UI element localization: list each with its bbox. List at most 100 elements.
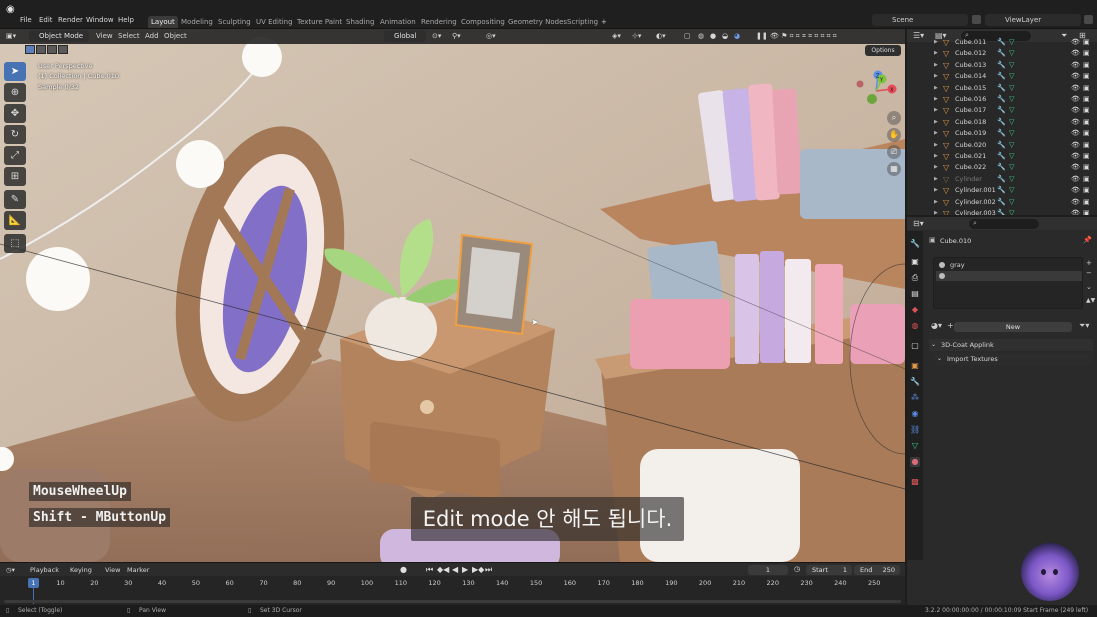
modifier-icon[interactable]: 🔧 <box>997 37 1006 48</box>
select-box-tool-icon[interactable]: ➤ <box>4 62 26 81</box>
timeline-scrollbar[interactable] <box>4 600 901 603</box>
restrict-toggles-icon[interactable]: 👁 ⚑ ⌗ ⌗ ⌗ ⌗ ⌗ ⌗ ⌗ ⌗ <box>770 32 837 41</box>
viewport-menu-object[interactable]: Object <box>164 32 187 41</box>
expand-arrow-icon[interactable]: ▶ <box>934 140 938 151</box>
remove-slot-icon[interactable]: − <box>1086 269 1092 277</box>
camera-icon[interactable]: ▣ <box>1083 117 1090 128</box>
add-cube-tool-icon[interactable]: ⬚ <box>4 234 26 253</box>
end-frame-input[interactable]: End 250 <box>854 565 900 575</box>
preview-range-icon[interactable]: ◷ <box>794 565 800 573</box>
expand-arrow-icon[interactable]: ▶ <box>934 208 938 215</box>
modifier-icon[interactable]: 🔧 <box>997 140 1006 151</box>
transform-orientation-dropdown[interactable]: Global <box>384 30 426 42</box>
expand-arrow-icon[interactable]: ▶ <box>934 71 938 82</box>
modifier-icon[interactable]: 🔧 <box>997 83 1006 94</box>
viewport-menu-add[interactable]: Add <box>145 32 159 41</box>
expand-arrow-icon[interactable]: ▶ <box>934 37 938 48</box>
collection-tab-icon[interactable]: ▢ <box>910 341 920 351</box>
scale-tool-icon[interactable]: ⤢ <box>4 146 26 165</box>
tab-geometry-nodes[interactable]: Geometry Nodes <box>505 16 570 28</box>
add-workspace-button[interactable]: + <box>598 16 610 28</box>
panel-import-textures[interactable]: ⌄ Import Textures <box>935 353 1093 365</box>
camera-view-icon[interactable]: ⎚ <box>887 145 901 159</box>
camera-icon[interactable]: ▣ <box>1083 94 1090 105</box>
tab-rendering[interactable]: Rendering <box>418 16 460 28</box>
mesh-data-icon[interactable]: ▽ <box>1009 48 1014 59</box>
modifier-icon[interactable]: 🔧 <box>997 48 1006 59</box>
outliner-row[interactable]: ▶ ▽ Cube.017 🔧 ▽ 👁 ▣ <box>907 105 1097 116</box>
menu-help[interactable]: Help <box>118 16 134 25</box>
view-layer-new-icon[interactable] <box>1084 15 1093 24</box>
prev-keyframe-icon[interactable]: ◆◀ <box>437 565 449 574</box>
mesh-data-icon[interactable]: ▽ <box>1009 197 1014 208</box>
modifier-icon[interactable]: 🔧 <box>997 94 1006 105</box>
tab-animation[interactable]: Animation <box>377 16 419 28</box>
modifier-icon[interactable]: 🔧 <box>997 197 1006 208</box>
gizmo-toggle-icon[interactable]: ⊹▾ <box>632 32 641 41</box>
expand-arrow-icon[interactable]: ▶ <box>934 48 938 59</box>
eye-icon[interactable]: 👁 <box>1071 83 1080 94</box>
zoom-icon[interactable]: ⌕ <box>887 111 901 125</box>
camera-icon[interactable]: ▣ <box>1083 48 1090 59</box>
expand-arrow-icon[interactable]: ▶ <box>934 94 938 105</box>
camera-icon[interactable]: ▣ <box>1083 140 1090 151</box>
scene-selector[interactable]: Scene <box>872 14 968 26</box>
viewport-menu-view[interactable]: View <box>96 32 113 41</box>
camera-icon[interactable]: ▣ <box>1083 162 1090 173</box>
eye-icon[interactable]: 👁 <box>1071 208 1080 215</box>
expand-arrow-icon[interactable]: ▶ <box>934 174 938 185</box>
transform-tool-icon[interactable]: ⊞ <box>4 167 26 186</box>
timeline-menu-marker[interactable]: Marker <box>127 566 149 574</box>
eye-icon[interactable]: 👁 <box>1071 105 1080 116</box>
outliner-row[interactable]: ▶ ▽ Cube.015 🔧 ▽ 👁 ▣ <box>907 83 1097 94</box>
outliner-row[interactable]: ▶ ▽ Cylinder.001 🔧 ▽ 👁 ▣ <box>907 185 1097 196</box>
select-extend-icon[interactable] <box>36 45 46 54</box>
menu-edit[interactable]: Edit <box>39 16 53 25</box>
tab-modeling[interactable]: Modeling <box>178 16 216 28</box>
mesh-data-icon[interactable]: ▽ <box>1009 105 1014 116</box>
outliner-row[interactable]: ▶ ▽ Cylinder 🔧 ▽ 👁 ▣ <box>907 174 1097 185</box>
timeline-editor-icon[interactable]: ◷▾ <box>6 566 15 574</box>
mesh-data-icon[interactable]: ▽ <box>1009 37 1014 48</box>
editor-type-icon[interactable]: ▣▾ <box>6 32 16 41</box>
material-filter-icon[interactable]: ⏷▾ <box>1079 321 1089 331</box>
modifier-icon[interactable]: 🔧 <box>997 128 1006 139</box>
add-material-icon[interactable]: + <box>947 321 954 330</box>
camera-icon[interactable]: ▣ <box>1083 197 1090 208</box>
eye-icon[interactable]: 👁 <box>1071 162 1080 173</box>
camera-icon[interactable]: ▣ <box>1083 174 1090 185</box>
rotate-tool-icon[interactable]: ↻ <box>4 125 26 144</box>
select-new-icon[interactable] <box>25 45 35 54</box>
overlay-toggle-icon[interactable]: ◐▾ <box>656 32 666 41</box>
select-subtract-icon[interactable] <box>47 45 57 54</box>
slot-specials-icon[interactable]: ⌄ <box>1086 283 1092 291</box>
data-tab-icon[interactable]: ▽ <box>910 441 920 451</box>
expand-arrow-icon[interactable]: ▶ <box>934 162 938 173</box>
camera-icon[interactable]: ▣ <box>1083 105 1090 116</box>
expand-arrow-icon[interactable]: ▶ <box>934 151 938 162</box>
eye-icon[interactable]: 👁 <box>1071 174 1080 185</box>
blender-logo-icon[interactable]: ◉ <box>6 5 16 15</box>
eye-icon[interactable]: 👁 <box>1071 60 1080 71</box>
eye-icon[interactable]: 👁 <box>1071 140 1080 151</box>
menu-render[interactable]: Render <box>58 16 83 25</box>
play-icon[interactable]: ▶ <box>462 565 468 574</box>
view-layer-tab-icon[interactable]: ▤ <box>910 289 920 299</box>
camera-icon[interactable]: ▣ <box>1083 37 1090 48</box>
snap-icon[interactable]: ⚲▾ <box>452 32 461 41</box>
camera-icon[interactable]: ▣ <box>1083 151 1090 162</box>
annotate-tool-icon[interactable]: ✎ <box>4 190 26 209</box>
outliner-row[interactable]: ▶ ▽ Cylinder.002 🔧 ▽ 👁 ▣ <box>907 197 1097 208</box>
tab-scripting[interactable]: Scripting <box>564 16 601 28</box>
pause-render-icon[interactable]: ❚❚ <box>756 32 768 41</box>
scene-new-icon[interactable] <box>972 15 981 24</box>
render-tab-icon[interactable]: ▣ <box>910 257 920 267</box>
modifier-icon[interactable]: 🔧 <box>997 185 1006 196</box>
outliner-row[interactable]: ▶ ▽ Cube.012 🔧 ▽ 👁 ▣ <box>907 48 1097 59</box>
mesh-data-icon[interactable]: ▽ <box>1009 117 1014 128</box>
modifier-icon[interactable]: 🔧 <box>997 162 1006 173</box>
outliner-row[interactable]: ▶ ▽ Cube.019 🔧 ▽ 👁 ▣ <box>907 128 1097 139</box>
eye-icon[interactable]: 👁 <box>1071 94 1080 105</box>
expand-arrow-icon[interactable]: ▶ <box>934 83 938 94</box>
modifier-tab-icon[interactable]: 🔧 <box>910 377 920 387</box>
